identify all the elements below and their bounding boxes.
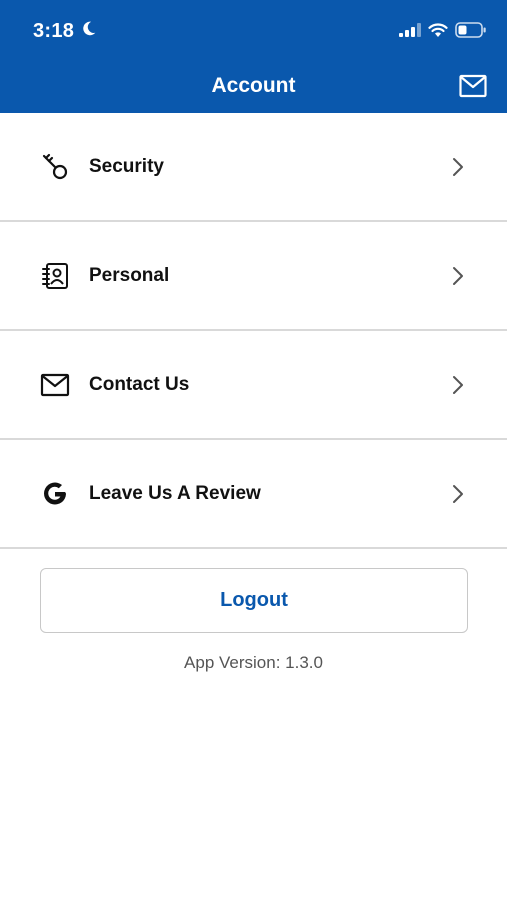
status-time: 3:18 — [33, 20, 75, 42]
chevron-right-icon — [451, 157, 465, 177]
logout-button[interactable]: Logout — [40, 568, 468, 633]
key-icon — [40, 152, 70, 182]
menu-item-contact-us[interactable]: Contact Us — [0, 331, 507, 440]
account-menu: Security Personal Contact Us Leave Us A … — [0, 113, 507, 549]
app-header: 3:18 Account — [0, 0, 507, 113]
battery-icon — [455, 22, 487, 43]
menu-item-label: Leave Us A Review — [89, 482, 261, 504]
status-time-group: 3:18 — [33, 20, 97, 43]
moon-icon — [80, 20, 97, 43]
status-indicators — [399, 22, 487, 43]
contact-card-icon — [40, 261, 70, 291]
menu-item-leave-review[interactable]: Leave Us A Review — [0, 440, 507, 549]
status-bar: 3:18 — [0, 0, 507, 62]
chevron-right-icon — [451, 484, 465, 504]
menu-item-label: Contact Us — [89, 373, 190, 395]
envelope-icon — [459, 74, 487, 102]
envelope-icon — [40, 370, 70, 400]
wifi-icon — [428, 22, 448, 43]
menu-item-personal[interactable]: Personal — [0, 222, 507, 331]
page-title: Account — [211, 74, 296, 97]
mail-button[interactable] — [459, 74, 487, 98]
chevron-right-icon — [451, 375, 465, 395]
menu-item-label: Personal — [89, 264, 170, 286]
chevron-right-icon — [451, 266, 465, 286]
google-icon — [40, 479, 70, 509]
signal-icon — [399, 23, 421, 42]
app-version: App Version: 1.3.0 — [184, 653, 323, 672]
menu-item-security[interactable]: Security — [0, 113, 507, 222]
menu-item-label: Security — [89, 155, 164, 177]
